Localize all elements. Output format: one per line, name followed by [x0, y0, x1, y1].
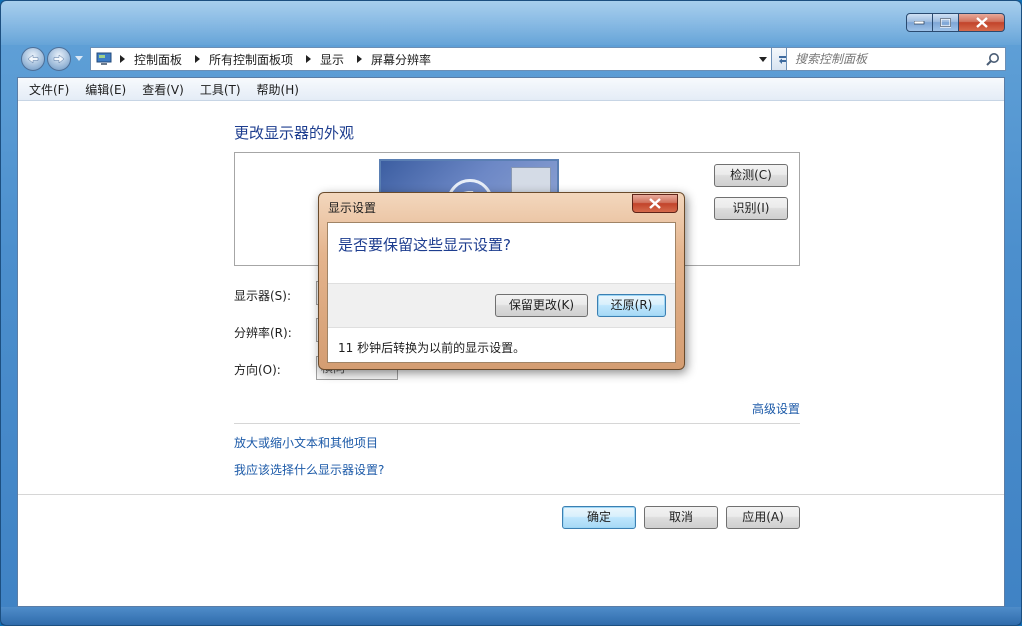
close-icon	[975, 17, 988, 28]
navigation-bar: 控制面板 所有控制面板项 显示 屏幕分辨率	[19, 45, 1006, 73]
caption-buttons	[906, 13, 1005, 32]
dialog-body: 是否要保留这些显示设置? 保留更改(K) 还原(R) 11 秒钟后转换为以前的显…	[327, 222, 676, 363]
text-size-link[interactable]: 放大或缩小文本和其他项目	[234, 434, 378, 451]
dialog-question: 是否要保留这些显示设置?	[338, 236, 511, 254]
recent-pages-dropdown[interactable]	[75, 56, 83, 61]
apply-button[interactable]: 应用(A)	[726, 506, 800, 529]
help-link[interactable]: 我应该选择什么显示器设置?	[234, 461, 384, 478]
arrow-right-icon	[53, 54, 65, 64]
search-input[interactable]	[787, 48, 977, 70]
menu-file[interactable]: 文件(F)	[22, 79, 76, 100]
back-button[interactable]	[21, 47, 45, 71]
identify-button[interactable]: 识别(I)	[714, 197, 788, 220]
breadcrumb-0[interactable]: 控制面板	[118, 51, 193, 68]
menu-edit[interactable]: 编辑(E)	[78, 79, 133, 100]
divider	[18, 494, 1004, 495]
forward-button[interactable]	[47, 47, 71, 71]
maximize-button[interactable]	[933, 13, 959, 32]
control-panel-icon	[96, 52, 112, 65]
detect-button[interactable]: 检测(C)	[714, 164, 788, 187]
display-label: 显示器(S):	[234, 289, 292, 303]
menu-view[interactable]: 查看(V)	[135, 79, 191, 100]
chevron-right-icon	[357, 55, 363, 63]
menu-help[interactable]: 帮助(H)	[250, 79, 306, 100]
resolution-label: 分辨率(R):	[234, 326, 292, 340]
dialog-close-button[interactable]	[632, 194, 678, 213]
maximize-icon	[940, 17, 951, 28]
page-title: 更改显示器的外观	[234, 124, 355, 142]
search-icon[interactable]	[986, 52, 1000, 66]
chevron-right-icon	[195, 55, 201, 63]
keep-changes-button[interactable]: 保留更改(K)	[495, 294, 588, 317]
chevron-right-icon	[306, 55, 312, 63]
menu-bar: 文件(F) 编辑(E) 查看(V) 工具(T) 帮助(H)	[18, 78, 1004, 101]
arrow-left-icon	[27, 54, 39, 64]
minimize-icon	[914, 20, 925, 24]
close-button[interactable]	[959, 13, 1005, 32]
search-box[interactable]	[786, 47, 1006, 71]
window-bottom-edge	[1, 607, 1021, 625]
breadcrumb-2[interactable]: 显示	[304, 51, 355, 68]
advanced-settings-link[interactable]: 高级设置	[752, 400, 800, 417]
title-bar	[1, 1, 1021, 45]
display-settings-dialog: 显示设置 是否要保留这些显示设置? 保留更改(K) 还原(R) 11 秒钟后转换…	[318, 192, 685, 370]
dialog-button-bar: 保留更改(K) 还原(R)	[328, 283, 675, 328]
revert-button[interactable]: 还原(R)	[597, 294, 666, 317]
address-bar[interactable]: 控制面板 所有控制面板项 显示 屏幕分辨率	[90, 47, 772, 71]
breadcrumb-3[interactable]: 屏幕分辨率	[355, 51, 442, 68]
address-dropdown-icon[interactable]	[759, 57, 767, 62]
menu-tools[interactable]: 工具(T)	[193, 79, 248, 100]
ok-button[interactable]: 确定	[562, 506, 636, 529]
orientation-label: 方向(O):	[234, 363, 281, 377]
dialog-title: 显示设置	[328, 201, 377, 215]
minimize-button[interactable]	[906, 13, 933, 32]
countdown-text: 11 秒钟后转换为以前的显示设置。	[338, 341, 526, 355]
cancel-button[interactable]: 取消	[644, 506, 718, 529]
divider	[234, 423, 800, 424]
breadcrumb-1[interactable]: 所有控制面板项	[193, 51, 304, 68]
close-icon	[649, 198, 661, 209]
chevron-right-icon	[120, 55, 125, 63]
